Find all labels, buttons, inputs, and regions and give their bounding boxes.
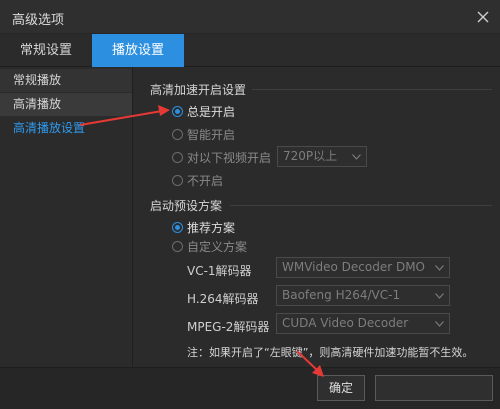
- radio-checked-icon: [172, 221, 183, 233]
- preset-group-label: 启动预设方案: [150, 199, 223, 213]
- chevron-down-icon: [351, 147, 361, 166]
- radio-label: 总是开启: [187, 104, 236, 119]
- tab-general-settings[interactable]: 常规设置: [0, 34, 92, 67]
- cancel-button[interactable]: [375, 375, 493, 401]
- group-divider: [230, 205, 492, 206]
- radio-always-on[interactable]: 总是开启: [172, 102, 235, 120]
- h264-decoder-value: Baofeng H264/VC-1: [282, 288, 401, 302]
- radio-label: 对以下视频开启: [187, 150, 272, 165]
- radio-on-for-videos[interactable]: 对以下视频开启: [172, 148, 271, 166]
- radio-label: 不开启: [187, 173, 224, 188]
- chevron-down-icon: [434, 258, 444, 277]
- radio-label: 自定义方案: [187, 239, 248, 254]
- radio-smart-on[interactable]: 智能开启: [172, 125, 235, 143]
- settings-panel: 高清加速开启设置 总是开启 智能开启 对以下视频开启 720P以上 不开启 启动…: [134, 67, 500, 367]
- radio-unchecked-icon: [172, 174, 183, 186]
- resolution-select[interactable]: 720P以上: [277, 146, 367, 167]
- radio-checked-icon: [172, 105, 183, 117]
- ok-button[interactable]: 确定: [317, 375, 365, 401]
- chevron-down-icon: [434, 286, 444, 305]
- chevron-down-icon: [434, 314, 444, 333]
- title-bar: 高级选项: [0, 0, 500, 34]
- mpeg2-decoder-label: MPEG-2解码器: [187, 320, 270, 334]
- radio-unchecked-icon: [172, 151, 183, 163]
- hardware-accel-note: 注：如果开启了“左眼键”，则高清硬件加速功能暂不生效。: [187, 346, 474, 359]
- radio-custom-preset[interactable]: 自定义方案: [172, 237, 247, 255]
- tab-bar: 常规设置 播放设置: [0, 34, 500, 67]
- group-divider: [252, 89, 492, 90]
- radio-unchecked-icon: [172, 128, 183, 140]
- sidebar-item-hd-playback-settings[interactable]: 高清播放设置: [0, 117, 132, 140]
- vc1-decoder-label: VC-1解码器: [187, 264, 252, 278]
- radio-off[interactable]: 不开启: [172, 171, 223, 189]
- radio-unchecked-icon: [172, 240, 183, 252]
- h264-decoder-label: H.264解码器: [187, 292, 259, 306]
- vc1-decoder-value: WMVideo Decoder DMO: [282, 260, 426, 274]
- mpeg2-decoder-value: CUDA Video Decoder: [282, 316, 409, 330]
- close-icon[interactable]: [472, 6, 494, 28]
- h264-decoder-select[interactable]: Baofeng H264/VC-1: [276, 285, 450, 306]
- vc1-decoder-select[interactable]: WMVideo Decoder DMO: [276, 257, 450, 278]
- hd-accel-group-label: 高清加速开启设置: [150, 83, 247, 97]
- sidebar-item-general-playback[interactable]: 常规播放: [0, 69, 132, 92]
- radio-label: 智能开启: [187, 127, 236, 142]
- dialog-footer: 确定: [0, 367, 500, 409]
- radio-recommended-preset[interactable]: 推荐方案: [172, 218, 235, 236]
- resolution-select-value: 720P以上: [283, 149, 338, 163]
- radio-label: 推荐方案: [187, 220, 236, 235]
- mpeg2-decoder-select[interactable]: CUDA Video Decoder: [276, 313, 450, 334]
- sidebar: 常规播放 高清播放 高清播放设置: [0, 67, 133, 367]
- tab-playback-settings[interactable]: 播放设置: [92, 34, 184, 67]
- window-title: 高级选项: [12, 13, 65, 28]
- sidebar-item-hd-playback[interactable]: 高清播放: [0, 93, 132, 116]
